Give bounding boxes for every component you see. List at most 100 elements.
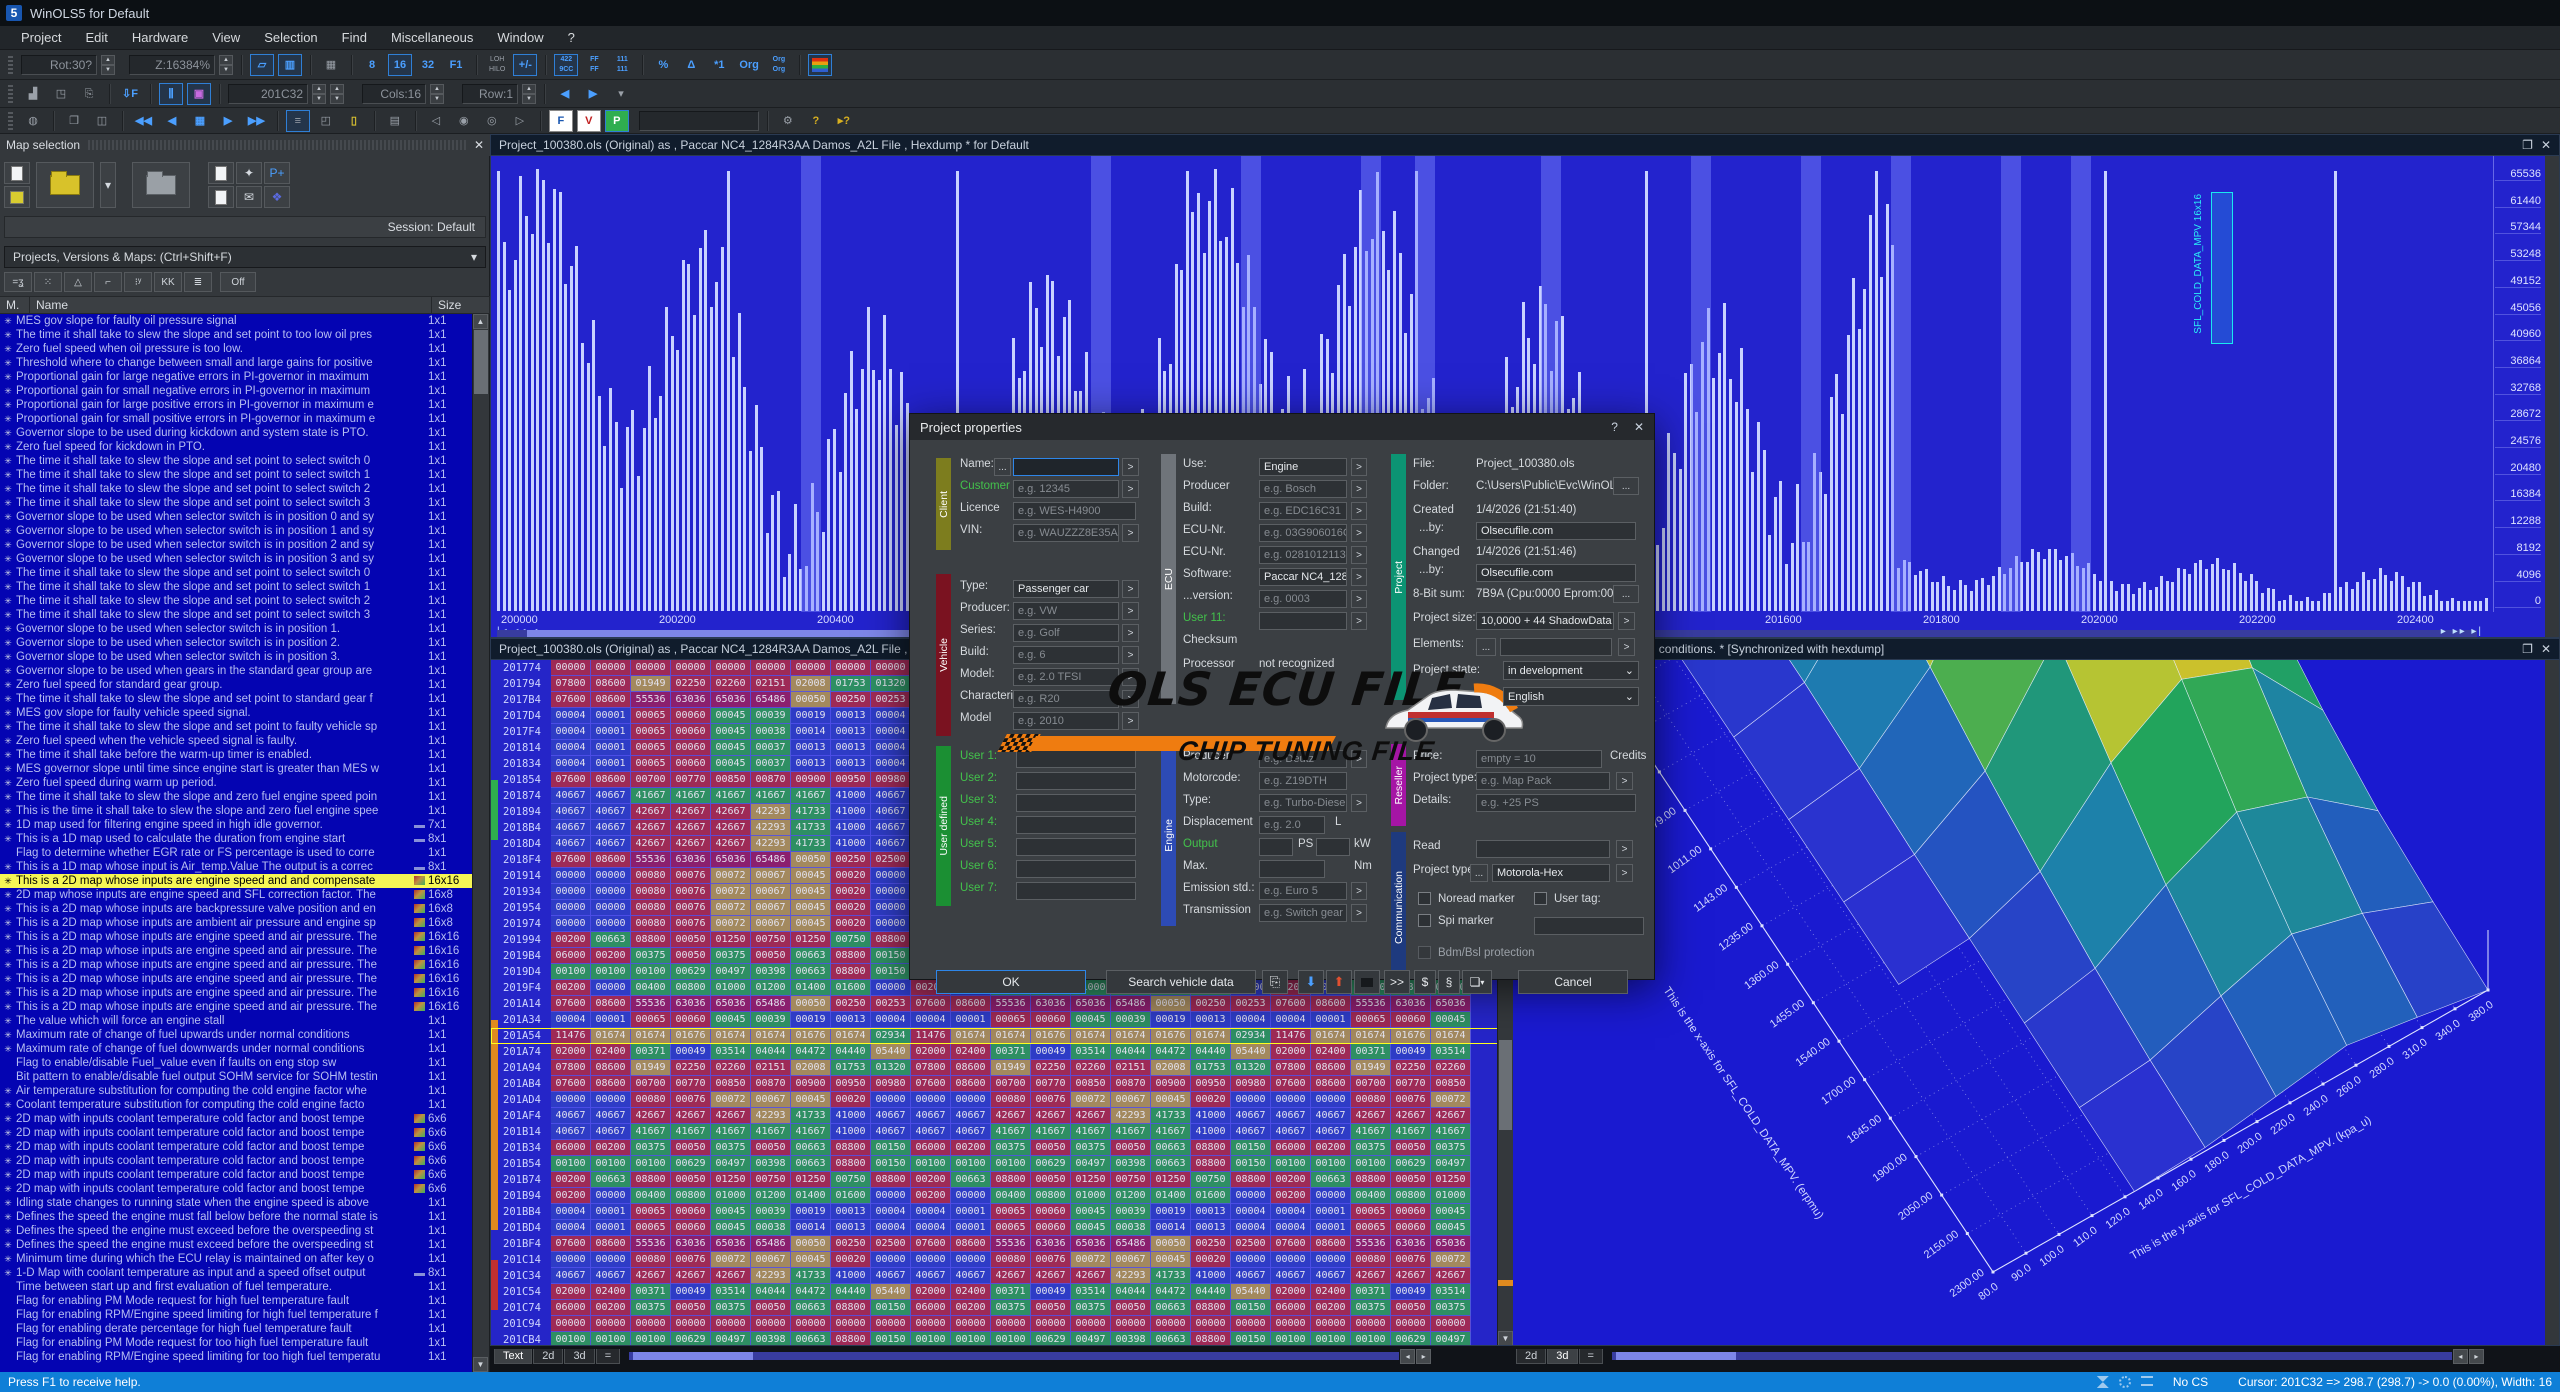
hex-cell[interactable]: 05440: [871, 1044, 911, 1060]
hex-cell[interactable]: 00080: [631, 916, 671, 932]
col-size[interactable]: Size: [432, 297, 490, 313]
hex-cell[interactable]: 00013: [831, 1204, 871, 1220]
map-list-row[interactable]: ✳This is a 2D map whose inputs are engin…: [0, 1000, 472, 1014]
map-list-row[interactable]: ✳The time it shall take to slew the slop…: [0, 692, 472, 706]
hex-cell[interactable]: 00000: [751, 1316, 791, 1332]
hex-cell[interactable]: 00100: [551, 1156, 591, 1172]
title-bar[interactable]: 5 WinOLS5 for Default: [0, 0, 2560, 26]
hex-button[interactable]: FF FF: [582, 54, 606, 76]
hex-cell[interactable]: 00000: [1311, 1092, 1351, 1108]
hex-cell[interactable]: 08800: [631, 932, 671, 948]
hex-cell[interactable]: 03514: [1071, 1044, 1111, 1060]
hex-cell[interactable]: 65486: [751, 1236, 791, 1252]
hex-cell[interactable]: 00067: [1111, 1092, 1151, 1108]
hex-cell[interactable]: 00663: [1151, 1140, 1191, 1156]
hex-cell[interactable]: 55536: [631, 1236, 671, 1252]
hex-cell[interactable]: 00000: [951, 1092, 991, 1108]
hex-cell[interactable]: 00072: [1431, 1092, 1471, 1108]
hex-cell[interactable]: 00000: [911, 1316, 951, 1332]
hex-cell[interactable]: 00000: [1231, 1092, 1271, 1108]
hex-cell[interactable]: 00663: [1151, 1300, 1191, 1316]
next-map-icon[interactable]: ▶: [216, 110, 240, 132]
hex-cell[interactable]: 00060: [1391, 1220, 1431, 1236]
close-icon[interactable]: ✕: [2541, 642, 2551, 656]
hex-cell[interactable]: 01949: [631, 676, 671, 692]
hex-cell[interactable]: 03514: [1431, 1284, 1471, 1300]
hex-cell[interactable]: 00000: [871, 980, 911, 996]
comm-ptype-more-button[interactable]: >: [1616, 864, 1633, 882]
hex-cell[interactable]: 01320: [1231, 1060, 1271, 1076]
hex-cell[interactable]: 00072: [1071, 1252, 1111, 1268]
filter-rows-icon[interactable]: ≣: [184, 272, 212, 292]
hex-cell[interactable]: 40667: [551, 804, 591, 820]
hex-cell[interactable]: 01674: [751, 1028, 791, 1044]
hex-cell[interactable]: 42667: [1031, 1108, 1071, 1124]
hex-cell[interactable]: 42667: [711, 820, 751, 836]
hex-cell[interactable]: 00000: [871, 900, 911, 916]
hex-cell[interactable]: 65486: [751, 852, 791, 868]
hex-cell[interactable]: 00497: [711, 964, 751, 980]
hex-cell[interactable]: 40667: [1271, 1124, 1311, 1140]
column-mode-icon[interactable]: ⫼: [159, 83, 183, 105]
hex-cell[interactable]: 00045: [711, 740, 751, 756]
hex-cell[interactable]: 01400: [1151, 1188, 1191, 1204]
hex-cell[interactable]: 00060: [671, 1012, 711, 1028]
hex-cell[interactable]: 07600: [1271, 1076, 1311, 1092]
hex-cell[interactable]: 41667: [751, 788, 791, 804]
hex-cell[interactable]: 06000: [551, 1300, 591, 1316]
hex-cell[interactable]: 55536: [631, 996, 671, 1012]
hex-cell[interactable]: 00200: [951, 1300, 991, 1316]
hex-cell[interactable]: 00019: [791, 1012, 831, 1028]
hex-cell[interactable]: 04044: [751, 1284, 791, 1300]
hex-cell[interactable]: 41733: [1151, 1108, 1191, 1124]
price-input[interactable]: empty = 10: [1476, 750, 1602, 768]
hex-cell[interactable]: 00629: [1031, 1332, 1071, 1346]
rotation-spinner[interactable]: ▲▼: [101, 55, 115, 75]
hex-cell[interactable]: 00004: [871, 724, 911, 740]
paste-icon[interactable]: ⎘: [1262, 970, 1288, 994]
hex-cell[interactable]: 42293: [751, 836, 791, 852]
hex-cell[interactable]: 00100: [1271, 1156, 1311, 1172]
export-icon[interactable]: ◳: [49, 83, 73, 105]
hex-cell[interactable]: 00049: [1391, 1284, 1431, 1300]
hex-cell[interactable]: 00050: [671, 1300, 711, 1316]
hex-cell[interactable]: 00013: [831, 1220, 871, 1236]
engine-transmission-input[interactable]: e.g. Switch gear: [1259, 904, 1347, 922]
hex-cell[interactable]: 00000: [831, 1316, 871, 1332]
hex-cell[interactable]: 65486: [751, 996, 791, 1012]
map-list-row[interactable]: ✳The time it shall take to slew the slop…: [0, 496, 472, 510]
map-list-row[interactable]: ✳2D map with inputs coolant temperature …: [0, 1126, 472, 1140]
hex-cell[interactable]: 00800: [1391, 1188, 1431, 1204]
hex-cell[interactable]: 04440: [831, 1284, 871, 1300]
map-list-row[interactable]: ✳2D map with inputs coolant temperature …: [0, 1182, 472, 1196]
map-list-row[interactable]: ✳The time it shall take to slew the slop…: [0, 608, 472, 622]
hex-cell[interactable]: 00000: [831, 660, 871, 676]
hex-cell[interactable]: 42667: [991, 1268, 1031, 1284]
hex-cell[interactable]: 00000: [711, 660, 751, 676]
hex-cell[interactable]: 00049: [1031, 1284, 1071, 1300]
map-list-row[interactable]: ✳This is a 2D map whose inputs are backp…: [0, 902, 472, 916]
hex-cell[interactable]: 00045: [791, 1252, 831, 1268]
hex-cell[interactable]: 01676: [1391, 1028, 1431, 1044]
hex-row[interactable]: 201C140000000000000800007600072000670004…: [491, 1252, 1513, 1268]
ecu-ecu-nr-input[interactable]: e.g. 03G906016GN: [1259, 524, 1347, 542]
hex-cell[interactable]: 02400: [1311, 1044, 1351, 1060]
hex-cell[interactable]: 00100: [631, 1332, 671, 1346]
ecu-build-input[interactable]: e.g. EDC16C31: [1259, 502, 1347, 520]
search-next-icon[interactable]: ▷: [508, 110, 532, 132]
wizard-icon[interactable]: ▟: [21, 83, 45, 105]
hex-cell[interactable]: 00076: [671, 884, 711, 900]
hex-cell[interactable]: 08600: [591, 692, 631, 708]
hex-cell[interactable]: 00072: [711, 884, 751, 900]
hex-cell[interactable]: 00375: [1071, 1140, 1111, 1156]
hex-cell[interactable]: 00045: [791, 916, 831, 932]
hex-cell[interactable]: 41000: [831, 788, 871, 804]
hex-cell[interactable]: 42293: [1111, 1268, 1151, 1284]
hex-cell[interactable]: 00663: [591, 932, 631, 948]
hex-cell[interactable]: 00663: [791, 1332, 831, 1346]
map-list-row[interactable]: ✳The time it shall take to slew the slop…: [0, 580, 472, 594]
hex-cell[interactable]: 42667: [1031, 1268, 1071, 1284]
save-map-icon[interactable]: [4, 186, 30, 208]
map-list-row[interactable]: ✳Minimum time during which the ECU relay…: [0, 1252, 472, 1266]
hex-cell[interactable]: 63036: [671, 996, 711, 1012]
